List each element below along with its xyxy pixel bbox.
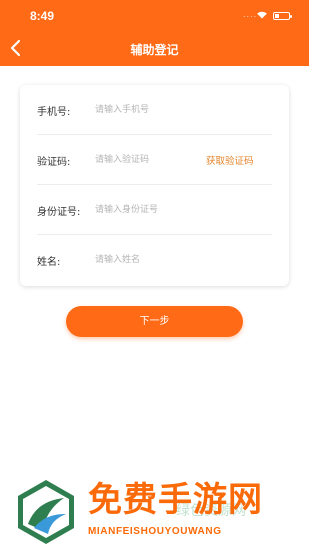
id-card-label: 身份证号: bbox=[37, 207, 81, 218]
watermark-subtitle: MIANFEISHOUYOUWANG bbox=[88, 526, 222, 537]
next-step-button[interactable]: 下一步 bbox=[66, 306, 243, 337]
id-card-input[interactable] bbox=[95, 200, 205, 220]
name-label: 姓名: bbox=[37, 257, 61, 268]
watermark: 绿色资源网 免费手游网 MIANFEISHOUYOUWANG bbox=[0, 470, 309, 550]
name-row: 姓名: bbox=[37, 235, 272, 285]
battery-icon bbox=[273, 12, 292, 20]
code-row: 验证码: 获取验证码 bbox=[37, 135, 272, 185]
code-input[interactable] bbox=[95, 150, 205, 170]
page-title: 辅助登记 bbox=[130, 43, 179, 57]
id-card-row: 身份证号: bbox=[37, 185, 272, 235]
registration-form-card: 手机号: 验证码: 获取验证码 身份证号: 姓名: bbox=[20, 85, 289, 286]
watermark-logo-icon bbox=[18, 480, 74, 544]
wifi-icon bbox=[257, 11, 267, 19]
nav-bar: 辅助登记 bbox=[0, 32, 309, 66]
code-label: 验证码: bbox=[37, 157, 71, 168]
status-bar: 8:49 .... bbox=[0, 0, 309, 32]
phone-row: 手机号: bbox=[37, 85, 272, 135]
status-time: 8:49 bbox=[30, 9, 55, 23]
phone-label: 手机号: bbox=[37, 107, 71, 118]
phone-input[interactable] bbox=[95, 100, 205, 120]
header-bar: 8:49 .... 辅助登记 bbox=[0, 0, 309, 66]
name-input[interactable] bbox=[95, 250, 205, 270]
get-code-button[interactable]: 获取验证码 bbox=[206, 153, 254, 167]
watermark-title: 免费手游网 bbox=[88, 480, 263, 520]
